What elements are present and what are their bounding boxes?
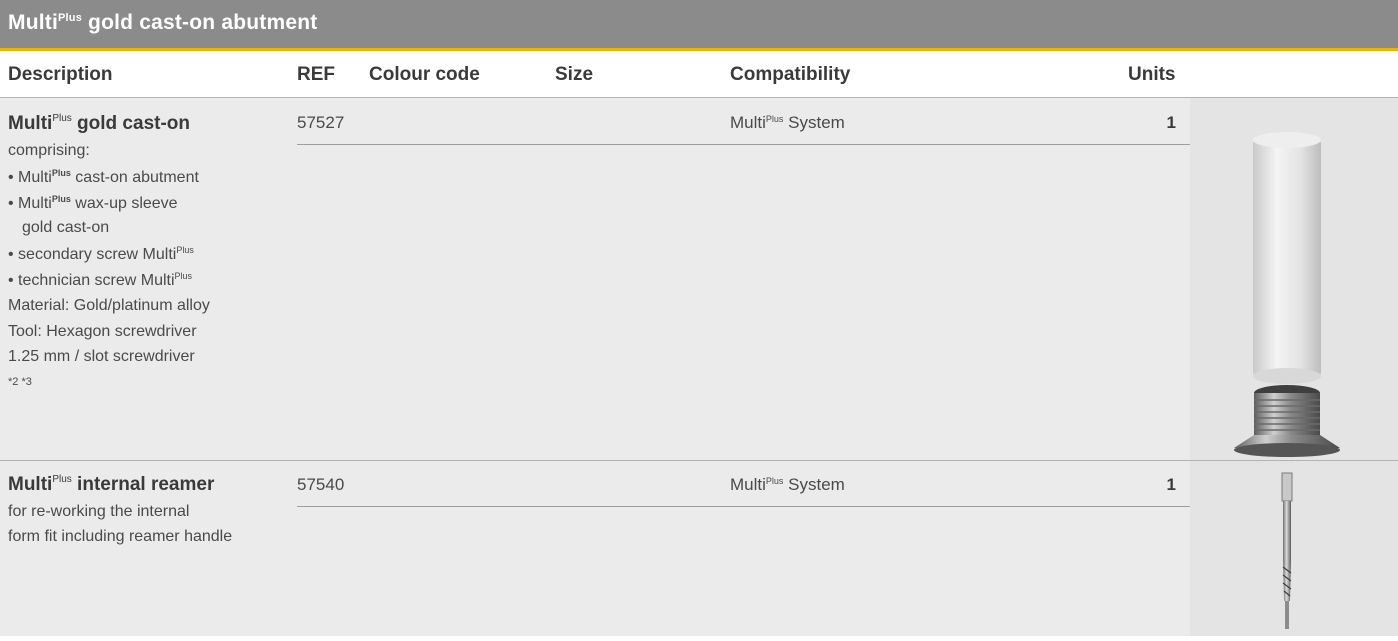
header-ref: REF [297, 64, 335, 85]
description-material: Material: Gold/platinum alloy [8, 297, 210, 314]
header-units: Units [1128, 64, 1176, 85]
description-footnote: *2 *3 [8, 376, 32, 388]
description-item: • MultiPlus wax-up sleeve [8, 194, 178, 212]
compatibility-cell: MultiPlus System [730, 113, 845, 132]
ref-cell: 57540 [297, 475, 345, 494]
header-compatibility: Compatibility [730, 64, 851, 85]
description-item: gold cast-on [22, 219, 110, 236]
table-row: MultiPlus internal reamer for re-working… [0, 461, 1190, 636]
row-inner-divider [297, 144, 1190, 145]
description-item: • technician screw MultiPlus [8, 271, 193, 289]
units-cell: 1 [1166, 113, 1176, 132]
table-title: MultiPlus gold cast-on abutment [8, 11, 318, 34]
description-tool: 1.25 mm / slot screwdriver [8, 348, 195, 365]
description-line: form fit including reamer handle [8, 528, 233, 545]
row-inner-divider [297, 506, 1190, 507]
table-row: MultiPlus gold cast-on comprising: • Mul… [0, 98, 1190, 460]
units-cell: 1 [1166, 475, 1176, 494]
description-line: for re-working the internal [8, 503, 190, 520]
table-header-row: Description REF Colour code Size Compati… [0, 51, 1398, 98]
header-description: Description [8, 64, 113, 85]
compatibility-cell: MultiPlus System [730, 475, 845, 494]
description-tool: Tool: Hexagon screwdriver [8, 323, 197, 340]
product-image-cell [1190, 461, 1398, 636]
header-colour-code: Colour code [369, 64, 480, 85]
description-item: • MultiPlus cast-on abutment [8, 168, 199, 186]
product-image-cell [1190, 98, 1398, 460]
product-name: MultiPlus internal reamer [8, 474, 215, 495]
description-intro: comprising: [8, 142, 90, 159]
abutment-image [1234, 132, 1340, 457]
product-name: MultiPlus gold cast-on [8, 113, 191, 134]
header-size: Size [555, 64, 594, 85]
reamer-image [1281, 472, 1293, 629]
table-title-bar: MultiPlus gold cast-on abutment [0, 0, 1398, 51]
description-item: • secondary screw MultiPlus [8, 245, 194, 263]
ref-cell: 57527 [297, 113, 345, 132]
